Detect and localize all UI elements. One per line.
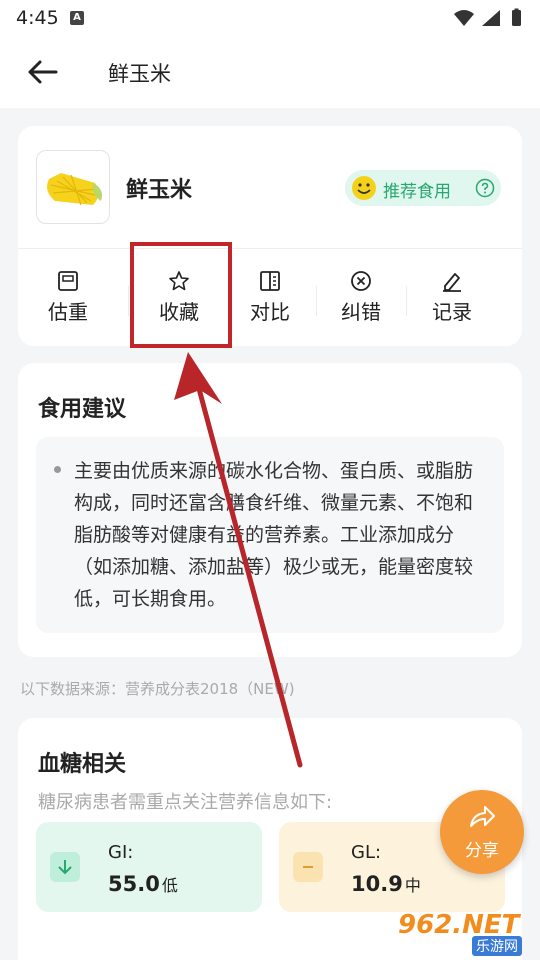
status-icons xyxy=(454,8,521,26)
error-icon xyxy=(351,271,371,291)
action-compare[interactable]: 对比 xyxy=(230,264,310,334)
badge-label: 推荐食用 xyxy=(383,182,451,202)
advice-card: 食用建议 主要由优质来源的碳水化合物、蛋白质、或脂肪构成，同时还富含膳食纤维、微… xyxy=(18,363,522,657)
status-time: 4:45 xyxy=(16,7,59,29)
separator xyxy=(128,286,129,316)
back-arrow-icon[interactable] xyxy=(22,54,62,90)
food-card: 鲜玉米 推荐食用 估重 收藏 对比 纠错 记录 xyxy=(18,126,522,346)
smile-icon xyxy=(352,176,376,200)
gl-value: 10.9 xyxy=(351,872,403,896)
food-name: 鲜玉米 xyxy=(126,178,193,203)
share-icon xyxy=(470,806,495,827)
advice-text: 主要由优质来源的碳水化合物、蛋白质、或脂肪构成，同时还富含膳食纤维、微量元素、不… xyxy=(74,460,474,610)
food-image xyxy=(36,150,110,224)
battery-icon xyxy=(512,10,521,26)
status-bar: 4:45 A xyxy=(0,0,540,36)
separator xyxy=(316,286,317,316)
highlight-box xyxy=(130,242,232,348)
watermark: 962.NET 乐游网 xyxy=(398,908,538,958)
advice-title: 食用建议 xyxy=(38,397,127,422)
down-arrow-icon xyxy=(50,852,80,882)
watermark-sub: 乐游网 xyxy=(472,936,522,956)
notification-icon: A xyxy=(70,11,84,25)
action-estimate-weight[interactable]: 估重 xyxy=(28,264,108,334)
wifi-icon xyxy=(454,10,474,26)
gl-level: 中 xyxy=(404,876,421,895)
recommend-badge[interactable]: 推荐食用 xyxy=(345,170,501,206)
gi-label: GI: xyxy=(108,842,134,863)
gi-value-row: 55.0 低 xyxy=(108,872,178,896)
minus-icon xyxy=(293,852,323,882)
action-label: 纠错 xyxy=(341,300,381,324)
signal-icon xyxy=(482,10,500,26)
bullet-dot xyxy=(54,466,61,473)
share-label: 分享 xyxy=(465,841,499,861)
compare-icon xyxy=(260,271,280,291)
gi-value: 55.0 xyxy=(108,872,160,896)
source-note: 以下数据来源：营养成分表2018（NEW) xyxy=(20,680,295,698)
gl-label: GL: xyxy=(351,842,382,863)
advice-box: 主要由优质来源的碳水化合物、蛋白质、或脂肪构成，同时还富含膳食纤维、微量元素、不… xyxy=(36,437,504,633)
action-report-error[interactable]: 纠错 xyxy=(321,264,401,334)
divider xyxy=(18,248,522,249)
action-label: 对比 xyxy=(250,300,290,324)
scale-icon xyxy=(58,271,78,291)
action-label: 记录 xyxy=(432,300,472,324)
blood-sugar-title: 血糖相关 xyxy=(38,752,127,777)
blood-sugar-subtitle: 糖尿病患者需重点关注营养信息如下: xyxy=(38,792,333,813)
share-button[interactable]: 分享 xyxy=(440,790,524,874)
action-record[interactable]: 记录 xyxy=(412,264,492,334)
gi-level: 低 xyxy=(161,876,178,895)
help-icon[interactable] xyxy=(475,178,495,198)
edit-icon xyxy=(443,273,461,292)
gl-value-row: 10.9 中 xyxy=(351,872,421,896)
app-bar: 鲜玉米 xyxy=(0,36,540,108)
action-label: 估重 xyxy=(48,300,88,324)
gi-metric[interactable]: GI: 55.0 低 xyxy=(36,822,262,912)
separator xyxy=(406,286,407,316)
page-title: 鲜玉米 xyxy=(108,62,171,86)
corn-icon xyxy=(47,173,102,206)
